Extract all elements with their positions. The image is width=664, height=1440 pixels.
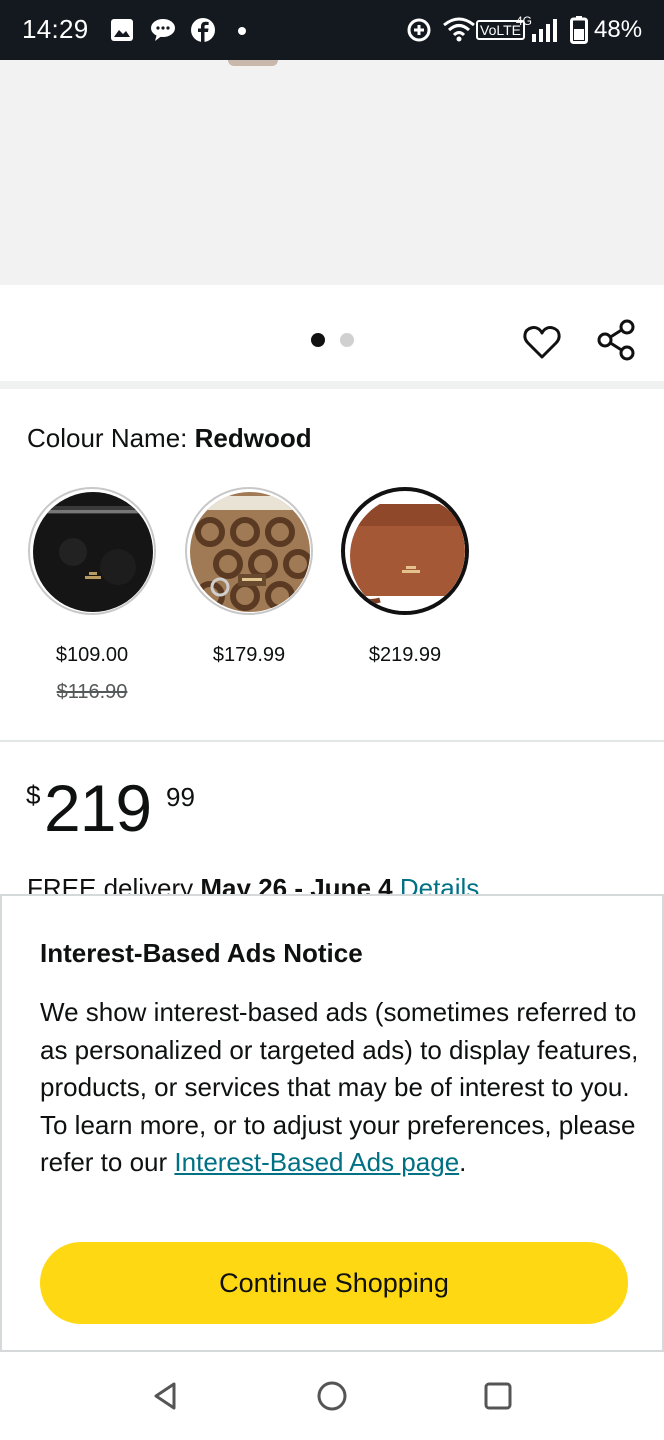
section-divider-line	[0, 740, 664, 742]
interest-based-ads-link[interactable]: Interest-Based Ads page	[174, 1147, 459, 1177]
signal-icon	[532, 19, 557, 42]
colour-swatch-signature[interactable]	[185, 487, 313, 615]
carousel-dot[interactable]	[340, 333, 354, 347]
colour-swatch-black[interactable]	[28, 487, 156, 615]
modal-body-end: .	[459, 1147, 467, 1177]
battery-icon	[570, 16, 588, 44]
recents-icon[interactable]	[480, 1378, 516, 1414]
gallery-icon	[111, 19, 133, 41]
modal-title: Interest-Based Ads Notice	[40, 938, 363, 968]
wifi-icon	[443, 17, 475, 42]
product-image-carousel[interactable]	[0, 60, 664, 285]
modal-body: We show interest-based ads (sometimes re…	[40, 994, 640, 1182]
colour-name-label: Colour Name: Redwood	[27, 423, 312, 454]
carousel-dot-active[interactable]	[311, 333, 325, 347]
swatch-list-price-black: $116.90	[56, 681, 128, 703]
swatch-image-black	[33, 492, 153, 612]
home-icon[interactable]	[314, 1378, 350, 1414]
colour-name-value: Redwood	[194, 423, 312, 453]
image-actions-row	[0, 285, 664, 381]
swatch-image-redwood	[350, 496, 465, 611]
section-divider	[0, 381, 664, 389]
price-fraction: 99	[166, 782, 195, 812]
status-bar: 14:29 VoLTE 4G 48%	[0, 0, 664, 60]
product-image-edge	[228, 60, 278, 66]
share-icon[interactable]	[596, 319, 636, 361]
interest-based-ads-modal: Interest-Based Ads Notice We show intere…	[0, 894, 664, 1352]
colour-swatch-redwood[interactable]	[341, 487, 469, 615]
data-saver-icon	[407, 18, 431, 42]
continue-shopping-button[interactable]: Continue Shopping	[40, 1242, 628, 1324]
back-icon[interactable]	[148, 1378, 184, 1414]
facebook-icon	[191, 18, 215, 42]
swatch-image-signature	[190, 492, 310, 612]
colour-prefix: Colour Name:	[27, 423, 195, 453]
price-whole: 219	[44, 771, 152, 845]
status-time: 14:29	[22, 14, 89, 44]
swatch-price-black: $109.00	[55, 644, 129, 666]
system-nav-bar	[0, 1352, 664, 1440]
wishlist-heart-icon[interactable]	[522, 322, 562, 362]
swatch-price-redwood: $219.99	[368, 644, 442, 666]
dot-icon	[238, 27, 246, 35]
price-currency: $	[26, 780, 41, 810]
swatch-price-signature: $179.99	[212, 644, 286, 666]
battery-percent: 48%	[594, 16, 643, 43]
chat-bubble-icon	[151, 19, 175, 41]
